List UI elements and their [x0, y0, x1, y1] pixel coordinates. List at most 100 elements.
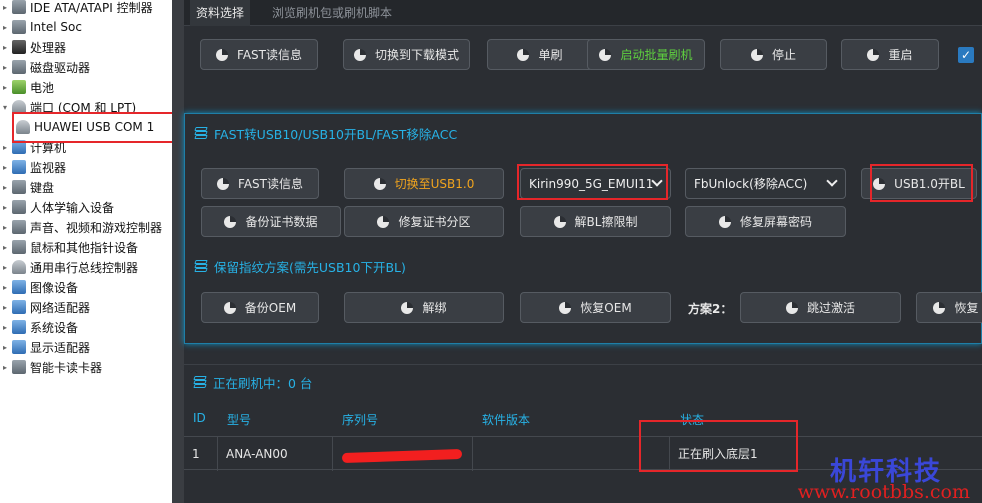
expand-arrow-icon[interactable]: ▸: [0, 223, 10, 232]
repair-cert-button[interactable]: 修复证书分区: [344, 206, 504, 237]
unlock-bl-button[interactable]: 解BL擦限制: [520, 206, 671, 237]
restart-button[interactable]: 重启: [841, 39, 939, 70]
stop-button[interactable]: 停止: [720, 39, 827, 70]
tab-browse-package[interactable]: 浏览刷机包或刷机脚本: [266, 0, 398, 26]
tree-item-system[interactable]: ▸ 系统设备: [0, 317, 78, 337]
tree-item-label: 人体学输入设备: [30, 200, 115, 215]
tree-item-label: 监视器: [30, 160, 67, 175]
collapse-arrow-icon[interactable]: ▾: [0, 103, 10, 112]
tree-item-label: 电池: [30, 80, 55, 95]
pie-icon: [553, 215, 566, 228]
expand-arrow-icon[interactable]: ▸: [0, 3, 10, 12]
tree-item-label: 图像设备: [30, 280, 79, 295]
top-toolbar: FAST读信息 切换到下载模式 单刷 启动批量刷机 停止 重启 ✓: [184, 27, 982, 90]
pie-icon: [353, 48, 366, 61]
expand-arrow-icon[interactable]: ▸: [0, 283, 10, 292]
button-label: 解BL擦限制: [574, 215, 638, 229]
button-label: 切换至USB1.0: [394, 177, 475, 191]
tree-item-label: HUAWEI USB COM 1: [34, 120, 155, 134]
switch-usb10-button[interactable]: 切换至USB1.0: [344, 168, 504, 199]
model-select[interactable]: Kirin990_5G_EMUI11: [520, 168, 671, 199]
batch-checkbox[interactable]: ✓: [958, 47, 974, 63]
button-label: 备份证书数据: [245, 215, 318, 229]
expand-arrow-icon[interactable]: ▸: [0, 143, 10, 152]
expand-arrow-icon[interactable]: ▸: [0, 83, 10, 92]
expand-arrow-icon[interactable]: ▸: [0, 163, 10, 172]
tree-item-label: 计算机: [30, 140, 67, 155]
tree-item-hid[interactable]: ▸ 人体学输入设备: [0, 197, 114, 217]
unbind-button[interactable]: 解绑: [344, 292, 504, 323]
cell-model: ANA-AN00: [218, 437, 333, 471]
expand-arrow-icon[interactable]: ▸: [0, 323, 10, 332]
column-header-status: 状态: [680, 413, 705, 427]
unlock-mode-select[interactable]: FbUnlock(移除ACC): [685, 168, 846, 199]
monitor-icon: [12, 160, 26, 174]
repair-screen-password-button[interactable]: 修复屏幕密码: [685, 206, 846, 237]
tree-item-battery[interactable]: ▸ 电池: [0, 77, 54, 97]
tab-data-select[interactable]: 资料选择: [190, 0, 251, 26]
cell-id: 1: [184, 437, 218, 471]
select-value: FbUnlock(移除ACC): [694, 177, 808, 191]
tree-item-usb-controller[interactable]: ▸ 通用串行总线控制器: [0, 257, 138, 277]
tree-item-label: 处理器: [30, 40, 67, 55]
restore-button[interactable]: 恢复: [916, 292, 982, 323]
flashing-section: 正在刷机中：0 台: [184, 364, 982, 398]
expand-arrow-icon[interactable]: ▸: [0, 183, 10, 192]
tree-item-ide[interactable]: ▸ IDE ATA/ATAPI 控制器: [0, 0, 153, 17]
tree-item-label: 通用串行总线控制器: [30, 260, 139, 275]
expand-arrow-icon[interactable]: ▸: [0, 243, 10, 252]
pie-icon: [559, 301, 572, 314]
tree-item-intel-soc[interactable]: ▸ Intel Soc: [0, 17, 82, 37]
layers-icon: [194, 260, 208, 272]
tree-item-disk[interactable]: ▸ 磁盘驱动器: [0, 57, 90, 77]
batch-flash-button[interactable]: 启动批量刷机: [587, 39, 705, 70]
pie-icon: [750, 48, 763, 61]
tree-item-sound[interactable]: ▸ 声音、视频和游戏控制器: [0, 217, 162, 237]
tree-item-computer[interactable]: ▸ 计算机: [0, 137, 66, 157]
expand-arrow-icon[interactable]: ▸: [0, 23, 10, 32]
fast-read-info-button[interactable]: FAST读信息: [200, 39, 318, 70]
flash-tool-window: 资料选择 浏览刷机包或刷机脚本 FAST读信息 切换到下载模式 单刷 启动批量刷…: [172, 0, 982, 503]
pie-icon: [223, 301, 236, 314]
pie-icon: [933, 301, 946, 314]
tree-item-ports[interactable]: ▾ 端口 (COM 和 LPT): [0, 97, 136, 117]
tree-item-imaging[interactable]: ▸ 图像设备: [0, 277, 78, 297]
tree-item-label: 键盘: [30, 180, 55, 195]
hid-icon: [12, 200, 26, 214]
expand-arrow-icon[interactable]: ▸: [0, 303, 10, 312]
layers-icon: [193, 376, 207, 388]
switch-download-mode-button[interactable]: 切换到下载模式: [343, 39, 470, 70]
network-icon: [12, 300, 26, 314]
tree-item-processor[interactable]: ▸ 处理器: [0, 37, 66, 57]
tree-item-label: 端口 (COM 和 LPT): [30, 100, 137, 115]
usb-fast-read-info-button[interactable]: FAST读信息: [201, 168, 319, 199]
computer-icon: [12, 140, 26, 154]
tree-item-monitor[interactable]: ▸ 监视器: [0, 157, 66, 177]
skip-activation-button[interactable]: 跳过激活: [740, 292, 901, 323]
button-label: 切换到下载模式: [374, 48, 459, 62]
tree-item-network[interactable]: ▸ 网络适配器: [0, 297, 90, 317]
button-label: 跳过激活: [806, 301, 855, 315]
backup-oem-button[interactable]: 备份OEM: [201, 292, 319, 323]
tree-item-keyboard[interactable]: ▸ 键盘: [0, 177, 54, 197]
tree-item-huawei-usb-com[interactable]: HUAWEI USB COM 1: [14, 117, 154, 137]
tree-item-mouse[interactable]: ▸ 鼠标和其他指针设备: [0, 237, 138, 257]
expand-arrow-icon[interactable]: ▸: [0, 63, 10, 72]
pie-icon: [718, 215, 731, 228]
tree-item-label: 显示适配器: [30, 340, 91, 355]
column-header-id: ID: [193, 411, 206, 425]
single-flash-button[interactable]: 单刷: [487, 39, 593, 70]
restore-oem-button[interactable]: 恢复OEM: [520, 292, 671, 323]
button-label: FAST读信息: [237, 48, 302, 62]
usb10-open-bl-button[interactable]: USB1.0开BL: [861, 168, 977, 199]
expand-arrow-icon[interactable]: ▸: [0, 43, 10, 52]
expand-arrow-icon[interactable]: ▸: [0, 203, 10, 212]
expand-arrow-icon[interactable]: ▸: [0, 343, 10, 352]
tree-item-display-adapter[interactable]: ▸ 显示适配器: [0, 337, 90, 357]
expand-arrow-icon[interactable]: ▸: [0, 263, 10, 272]
backup-cert-button[interactable]: 备份证书数据: [201, 206, 341, 237]
tree-item-smartcard[interactable]: ▸ 智能卡读卡器: [0, 357, 102, 377]
section-title: FAST转USB10/USB10开BL/FAST移除ACC: [214, 126, 458, 142]
expand-arrow-icon[interactable]: ▸: [0, 363, 10, 372]
section-header-usb: FAST转USB10/USB10开BL/FAST移除ACC: [194, 122, 458, 144]
